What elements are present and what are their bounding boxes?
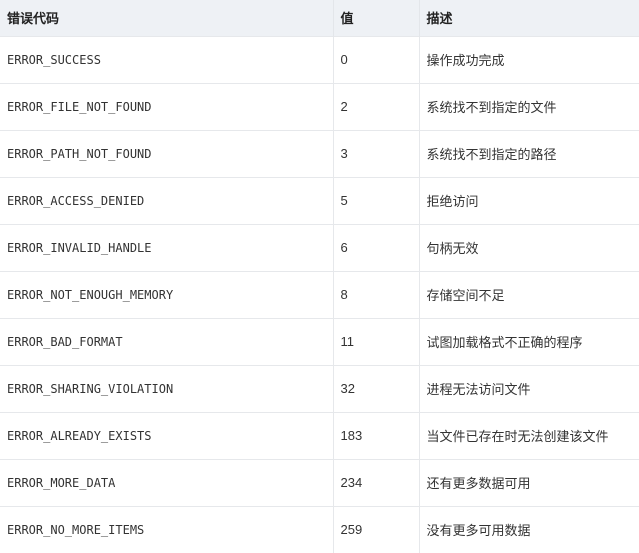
table-row: ERROR_SHARING_VIOLATION 32 进程无法访问文件 (0, 364, 639, 412)
cell-value: 5 (333, 176, 420, 224)
cell-description: 进程无法访问文件 (419, 364, 639, 412)
header-description: 描述 (419, 0, 639, 36)
error-code-table: 错误代码 值 描述 ERROR_SUCCESS 0 操作成功完成 ERROR_F… (0, 0, 639, 553)
cell-error-code: ERROR_INVALID_HANDLE (0, 223, 334, 271)
cell-description: 没有更多可用数据 (419, 505, 639, 553)
cell-value: 11 (333, 317, 420, 365)
table-row: ERROR_MORE_DATA 234 还有更多数据可用 (0, 458, 639, 506)
cell-value: 3 (333, 129, 420, 177)
cell-value: 2 (333, 82, 420, 130)
table-row: ERROR_SUCCESS 0 操作成功完成 (0, 35, 639, 83)
table-row: ERROR_ALREADY_EXISTS 183 当文件已存在时无法创建该文件 (0, 411, 639, 459)
cell-description: 存储空间不足 (419, 270, 639, 318)
cell-description: 试图加载格式不正确的程序 (419, 317, 639, 365)
header-error-code: 错误代码 (0, 0, 334, 36)
cell-error-code: ERROR_FILE_NOT_FOUND (0, 82, 334, 130)
cell-description: 操作成功完成 (419, 35, 639, 83)
cell-error-code: ERROR_NOT_ENOUGH_MEMORY (0, 270, 334, 318)
cell-error-code: ERROR_ACCESS_DENIED (0, 176, 334, 224)
cell-value: 259 (333, 505, 420, 553)
cell-value: 8 (333, 270, 420, 318)
header-row: 错误代码 值 描述 (0, 0, 639, 36)
table-row: ERROR_BAD_FORMAT 11 试图加载格式不正确的程序 (0, 317, 639, 365)
cell-value: 234 (333, 458, 420, 506)
table-row: ERROR_ACCESS_DENIED 5 拒绝访问 (0, 176, 639, 224)
cell-value: 32 (333, 364, 420, 412)
table-body: ERROR_SUCCESS 0 操作成功完成 ERROR_FILE_NOT_FO… (0, 35, 639, 553)
cell-description: 系统找不到指定的文件 (419, 82, 639, 130)
cell-value: 6 (333, 223, 420, 271)
cell-description: 还有更多数据可用 (419, 458, 639, 506)
table-row: ERROR_PATH_NOT_FOUND 3 系统找不到指定的路径 (0, 129, 639, 177)
cell-description: 句柄无效 (419, 223, 639, 271)
table-row: ERROR_NOT_ENOUGH_MEMORY 8 存储空间不足 (0, 270, 639, 318)
table-header: 错误代码 值 描述 (0, 0, 639, 36)
cell-value: 183 (333, 411, 420, 459)
table-row: ERROR_INVALID_HANDLE 6 句柄无效 (0, 223, 639, 271)
table-row: ERROR_NO_MORE_ITEMS 259 没有更多可用数据 (0, 505, 639, 553)
cell-error-code: ERROR_NO_MORE_ITEMS (0, 505, 334, 553)
table-row: ERROR_FILE_NOT_FOUND 2 系统找不到指定的文件 (0, 82, 639, 130)
cell-error-code: ERROR_MORE_DATA (0, 458, 334, 506)
header-value: 值 (333, 0, 420, 36)
cell-error-code: ERROR_BAD_FORMAT (0, 317, 334, 365)
cell-value: 0 (333, 35, 420, 83)
cell-error-code: ERROR_SUCCESS (0, 35, 334, 83)
cell-description: 拒绝访问 (419, 176, 639, 224)
cell-error-code: ERROR_ALREADY_EXISTS (0, 411, 334, 459)
cell-description: 当文件已存在时无法创建该文件 (419, 411, 639, 459)
cell-error-code: ERROR_PATH_NOT_FOUND (0, 129, 334, 177)
cell-description: 系统找不到指定的路径 (419, 129, 639, 177)
cell-error-code: ERROR_SHARING_VIOLATION (0, 364, 334, 412)
